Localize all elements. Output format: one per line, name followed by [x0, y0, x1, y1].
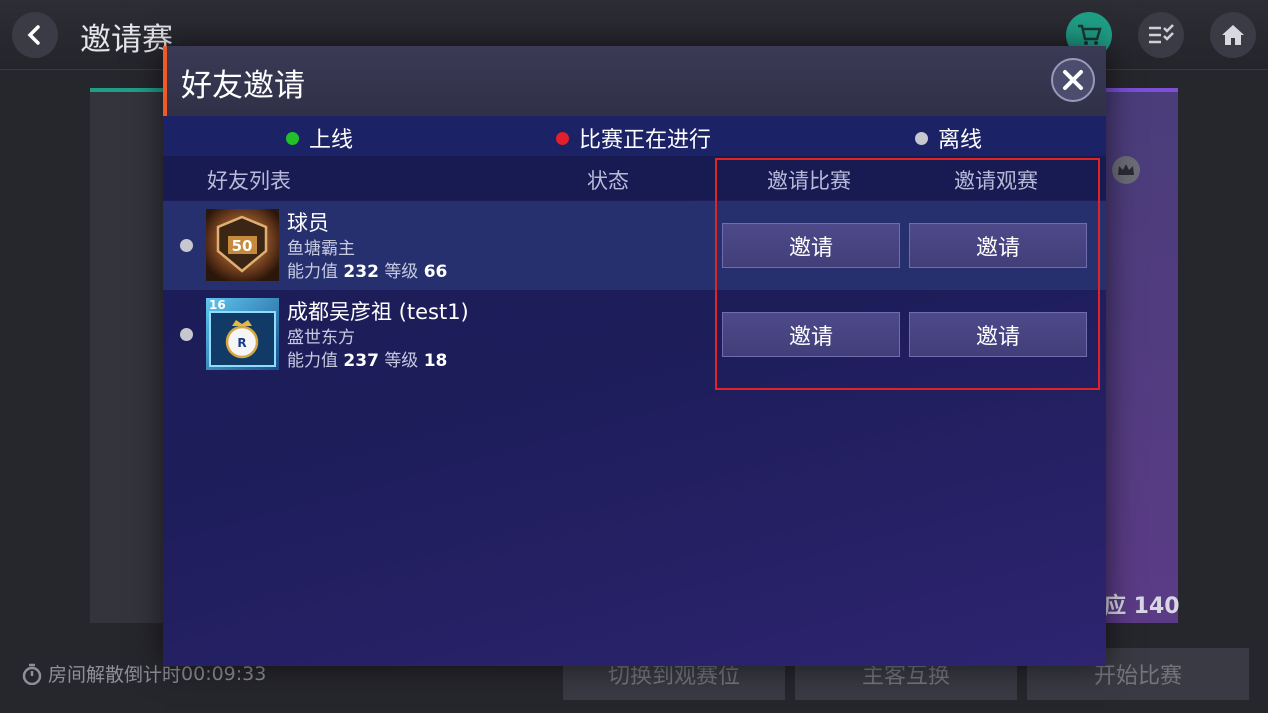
- col-status: 状态: [587, 169, 629, 193]
- cart-icon: [1078, 24, 1102, 45]
- dialog-header: 好友邀请: [163, 46, 1106, 116]
- offline-status-dot: [180, 328, 193, 341]
- timer-label: 房间解散倒计时: [48, 664, 182, 686]
- legend-online-label: 上线: [309, 128, 354, 153]
- legend-offline-label: 离线: [938, 128, 983, 153]
- legend-online: 上线: [286, 122, 353, 154]
- offline-dot-icon: [915, 131, 928, 145]
- stopwatch-icon: [22, 663, 42, 685]
- legend-in-match-label: 比赛正在进行: [579, 128, 712, 153]
- power-value: 232: [343, 262, 379, 282]
- player-stats: 能力值 232 等级 66: [287, 257, 447, 282]
- crown-icon: [1112, 156, 1140, 184]
- status-legend: 上线 比赛正在进行 离线: [163, 116, 1106, 156]
- power-value: 应 140: [1104, 594, 1180, 619]
- back-button[interactable]: [12, 12, 58, 58]
- player-stats: 能力值 237 等级 18: [287, 346, 447, 371]
- power-label: 能力值: [287, 351, 338, 371]
- dialog-title: 好友邀请: [181, 68, 305, 104]
- tasks-button[interactable]: [1138, 12, 1184, 58]
- player-name: 球员: [287, 211, 329, 235]
- offline-status-dot: [180, 239, 193, 252]
- level-badge-text: 50: [232, 237, 253, 255]
- avatar: 50: [206, 209, 279, 281]
- level-label: 等级: [384, 262, 419, 282]
- avatar: R 16: [206, 298, 279, 370]
- col-friends: 好友列表: [207, 169, 291, 193]
- highlight-box: [715, 158, 1100, 390]
- level-label: 等级: [384, 351, 419, 371]
- player-club: 鱼塘霸主: [287, 239, 355, 259]
- close-icon: [1063, 70, 1083, 90]
- chevron-left-icon: [27, 25, 40, 45]
- player-club: 盛世东方: [287, 328, 355, 348]
- legend-in-match: 比赛正在进行: [556, 122, 711, 154]
- home-team-panel: [90, 88, 170, 623]
- power-value: 237: [343, 351, 379, 371]
- legend-offline: 离线: [915, 122, 982, 154]
- svg-text:R: R: [237, 336, 246, 350]
- level-value: 66: [423, 262, 448, 282]
- home-icon: [1222, 25, 1244, 45]
- level-value: 18: [423, 351, 448, 371]
- close-button[interactable]: [1051, 58, 1095, 102]
- player-name: 成都吴彦祖 (test1): [287, 300, 469, 324]
- level-badge-text: 16: [209, 298, 226, 312]
- power-label: 能力值: [287, 262, 338, 282]
- online-dot-icon: [286, 131, 299, 145]
- in-match-dot-icon: [556, 131, 569, 145]
- page-title: 邀请赛: [80, 22, 173, 58]
- checklist-icon: [1149, 24, 1174, 44]
- home-button[interactable]: [1210, 12, 1256, 58]
